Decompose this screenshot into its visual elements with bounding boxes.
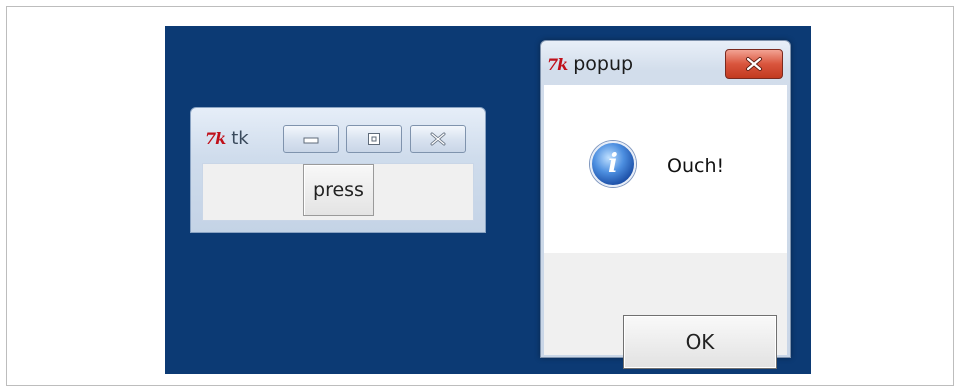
tk-logo-icon: 7k [205,129,226,148]
popup-title: popup [573,53,634,75]
popup-dialog: 7k popup i Ouch! OK [540,40,791,369]
tk-window-titlebar: 7k tk [205,128,249,149]
close-button[interactable] [410,125,466,153]
tk-logo-icon: 7k [547,54,568,74]
minimize-button[interactable] [283,125,339,153]
ok-button[interactable]: OK [623,315,777,369]
maximize-button[interactable] [346,125,402,153]
tk-window: 7k tk press [190,107,486,233]
tk-window-title: tk [231,128,249,149]
popup-close-button[interactable] [725,49,783,79]
popup-message: Ouch! [667,155,725,177]
popup-client-area: i Ouch! OK [544,85,787,369]
info-icon: i [590,141,636,187]
maximize-icon [368,133,380,145]
minimize-icon [303,137,319,144]
press-button[interactable]: press [303,164,374,216]
popup-titlebar: 7k popup [547,53,633,75]
tk-window-client-area: press [202,163,474,221]
close-icon [746,57,762,71]
close-icon [430,132,446,146]
